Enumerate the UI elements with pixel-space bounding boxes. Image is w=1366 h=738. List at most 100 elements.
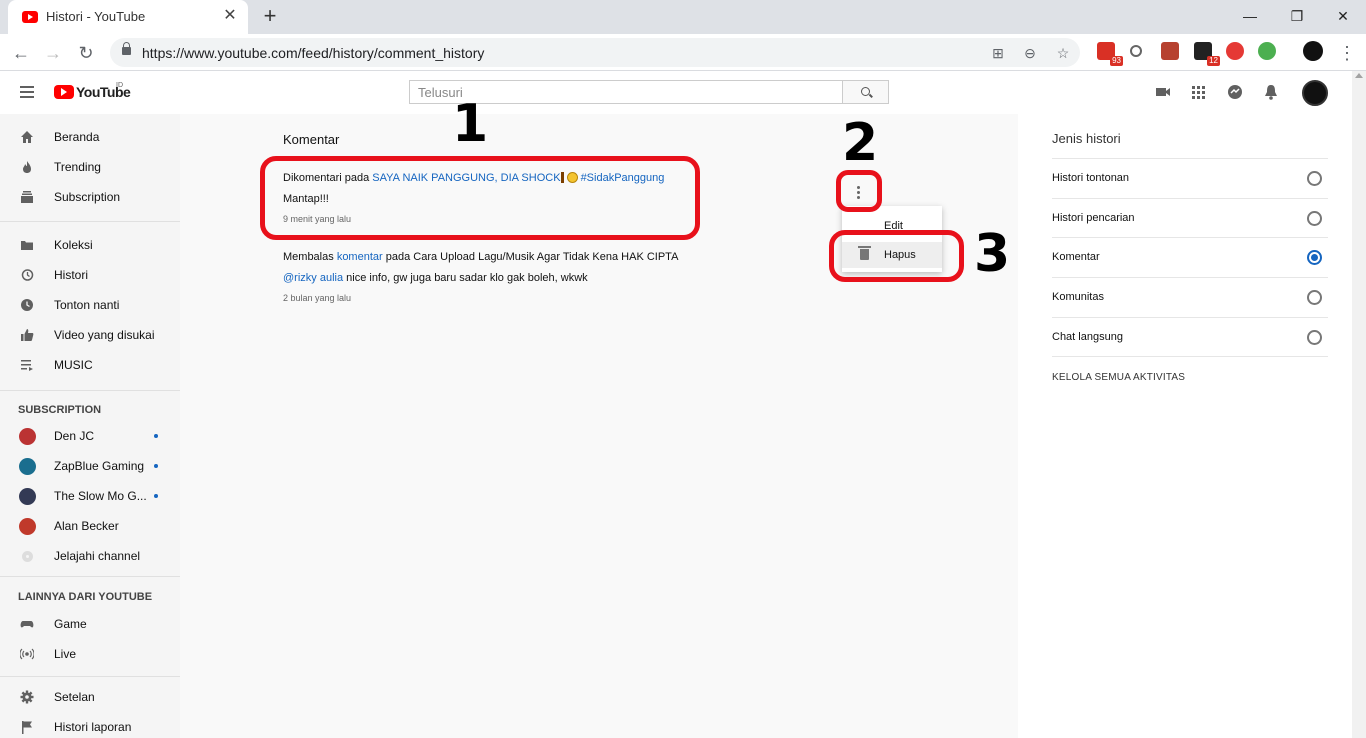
sidebar-item-label: Histori xyxy=(54,268,89,282)
radio-button-selected[interactable] xyxy=(1307,250,1322,265)
radio-button[interactable] xyxy=(1307,211,1322,226)
folder-icon xyxy=(21,241,33,250)
history-option-pencarian[interactable]: Histori pencarian xyxy=(1052,198,1328,238)
radio-button[interactable] xyxy=(1307,290,1322,305)
page-title: Komentar xyxy=(283,132,340,147)
sidebar-item-label: Koleksi xyxy=(54,238,93,252)
sidebar-item-label: Alan Becker xyxy=(54,519,119,533)
subscription-item-slow-mo[interactable]: The Slow Mo G... xyxy=(0,481,180,511)
translate-icon[interactable]: ⊞ xyxy=(988,43,1008,63)
sidebar-item-histori-laporan[interactable]: Histori laporan xyxy=(0,712,180,738)
notes-extension-icon[interactable]: 12 xyxy=(1194,42,1220,66)
radio-button[interactable] xyxy=(1307,171,1322,186)
sidebar-item-tonton-nanti[interactable]: Tonton nanti xyxy=(0,290,180,320)
history-option-label: Komunitas xyxy=(1052,291,1104,303)
reload-icon[interactable]: ↻ xyxy=(73,40,99,66)
channel-avatar xyxy=(19,518,36,535)
bookmark-star-icon[interactable]: ☆ xyxy=(1053,43,1073,63)
comment-prefix: Membalas xyxy=(283,251,334,263)
video-link[interactable]: Cara Upload Lagu/Musik Agar Tidak Kena H… xyxy=(413,251,678,263)
heart-extension-icon[interactable] xyxy=(1226,42,1244,60)
browser-tab[interactable]: Histori - YouTube ✕ xyxy=(8,0,248,34)
create-video-icon[interactable] xyxy=(1154,83,1172,101)
sidebar-item-label: The Slow Mo G... xyxy=(54,489,147,503)
youtube-logo-icon[interactable] xyxy=(54,85,74,99)
sidebar-item-label: Tonton nanti xyxy=(54,298,120,312)
annotation-box-2 xyxy=(836,170,882,212)
subscription-item-zapblue[interactable]: ZapBlue Gaming xyxy=(0,451,180,481)
url-text[interactable]: https://www.youtube.com/feed/history/com… xyxy=(142,45,484,61)
sidebar-item-label: ZapBlue Gaming xyxy=(54,459,145,473)
user-mention-link[interactable]: @rizky aulia xyxy=(283,272,343,284)
sidebar-divider xyxy=(0,576,180,577)
user-avatar[interactable] xyxy=(1302,80,1328,106)
sidebar-item-subscription[interactable]: Subscription xyxy=(0,182,180,212)
sidebar-item-game[interactable]: Game xyxy=(0,609,180,639)
channel-avatar xyxy=(19,458,36,475)
browser-menu-icon[interactable]: ⋮ xyxy=(1334,40,1360,66)
history-option-komentar[interactable]: Komentar xyxy=(1052,237,1328,277)
parent-comment-link[interactable]: komentar xyxy=(337,251,383,263)
sidebar-item-live[interactable]: Live xyxy=(0,639,180,669)
zoom-icon[interactable]: ⊖ xyxy=(1020,43,1040,63)
history-option-tontonan[interactable]: Histori tontonan xyxy=(1052,158,1328,198)
apps-grid-icon[interactable] xyxy=(1189,83,1207,101)
history-option-komunitas[interactable]: Komunitas xyxy=(1052,277,1328,317)
browse-channels-icon xyxy=(22,551,33,562)
forward-icon[interactable]: → xyxy=(40,40,66,66)
sidebar-item-music[interactable]: MUSIC xyxy=(0,350,180,380)
subscription-item-alan-becker[interactable]: Alan Becker xyxy=(0,511,180,541)
subscription-item-den-jc[interactable]: Den JC xyxy=(0,421,180,451)
restore-icon[interactable]: ❐ xyxy=(1277,3,1317,29)
sidebar-item-beranda[interactable]: Beranda xyxy=(0,122,180,152)
sidebar-item-koleksi[interactable]: Koleksi xyxy=(0,230,180,260)
lightbulb-icon[interactable] xyxy=(1130,45,1142,57)
profile-avatar-icon[interactable] xyxy=(1303,41,1323,61)
close-tab-icon[interactable]: ✕ xyxy=(220,6,240,26)
sidebar-item-label: Histori laporan xyxy=(54,720,132,734)
sidebar-item-video-disukai[interactable]: Video yang disukai xyxy=(0,320,180,350)
comment-time: 2 bulan yang lalu xyxy=(283,293,352,303)
history-option-chat[interactable]: Chat langsung xyxy=(1052,317,1328,357)
radio-button[interactable] xyxy=(1307,330,1322,345)
browser-tabstrip: Histori - YouTube ✕ + — ❐ ✕ xyxy=(0,0,1366,34)
subscription-header: SUBSCRIPTION xyxy=(18,404,102,416)
home-icon xyxy=(21,131,33,143)
country-code: ID xyxy=(116,82,123,89)
scroll-up-arrow-icon[interactable] xyxy=(1355,73,1363,78)
gear-icon xyxy=(20,690,34,704)
window-close-icon[interactable]: ✕ xyxy=(1323,3,1363,29)
sidebar-item-label: MUSIC xyxy=(54,358,93,372)
search-button[interactable] xyxy=(842,80,889,104)
pdf-extension-icon[interactable] xyxy=(1161,42,1179,60)
address-bar[interactable]: https://www.youtube.com/feed/history/com… xyxy=(110,38,1080,67)
messages-icon[interactable] xyxy=(1226,83,1244,101)
manage-all-activity-link[interactable]: KELOLA SEMUA AKTIVITAS xyxy=(1052,372,1185,383)
sidebar-item-label: Setelan xyxy=(54,690,95,704)
history-option-label: Komentar xyxy=(1052,251,1100,263)
annotation-number-3: 3 xyxy=(974,224,1011,284)
globe-extension-icon[interactable] xyxy=(1258,42,1276,60)
search-icon xyxy=(861,87,870,96)
minimize-icon[interactable]: — xyxy=(1230,3,1270,29)
sidebar-item-label: Live xyxy=(54,647,77,661)
sidebar-item-setelan[interactable]: Setelan xyxy=(0,682,180,712)
new-tab-icon[interactable]: + xyxy=(258,5,282,29)
sidebar-item-label: Video yang disukai xyxy=(54,328,155,342)
sidebar-divider xyxy=(0,676,180,677)
channel-avatar xyxy=(19,428,36,445)
sidebar-item-histori[interactable]: Histori xyxy=(0,260,180,290)
sidebar-item-trending[interactable]: Trending xyxy=(0,152,180,182)
back-icon[interactable]: ← xyxy=(8,40,34,66)
history-option-label: Histori tontonan xyxy=(1052,172,1130,184)
sidebar-item-label: Subscription xyxy=(54,190,121,204)
new-content-dot xyxy=(154,494,158,498)
notifications-bell-icon[interactable] xyxy=(1262,83,1280,101)
extension-icon[interactable]: 93 xyxy=(1097,42,1123,66)
page-scrollbar[interactable] xyxy=(1352,71,1366,738)
hamburger-menu-icon[interactable] xyxy=(20,86,34,98)
sidebar-item-jelajahi-channel[interactable]: Jelajahi channel xyxy=(0,541,180,571)
gamepad-icon xyxy=(20,621,34,628)
comment-context: Membalas komentar pada Cara Upload Lagu/… xyxy=(283,251,823,263)
sidebar-item-label: Jelajahi channel xyxy=(54,549,141,563)
